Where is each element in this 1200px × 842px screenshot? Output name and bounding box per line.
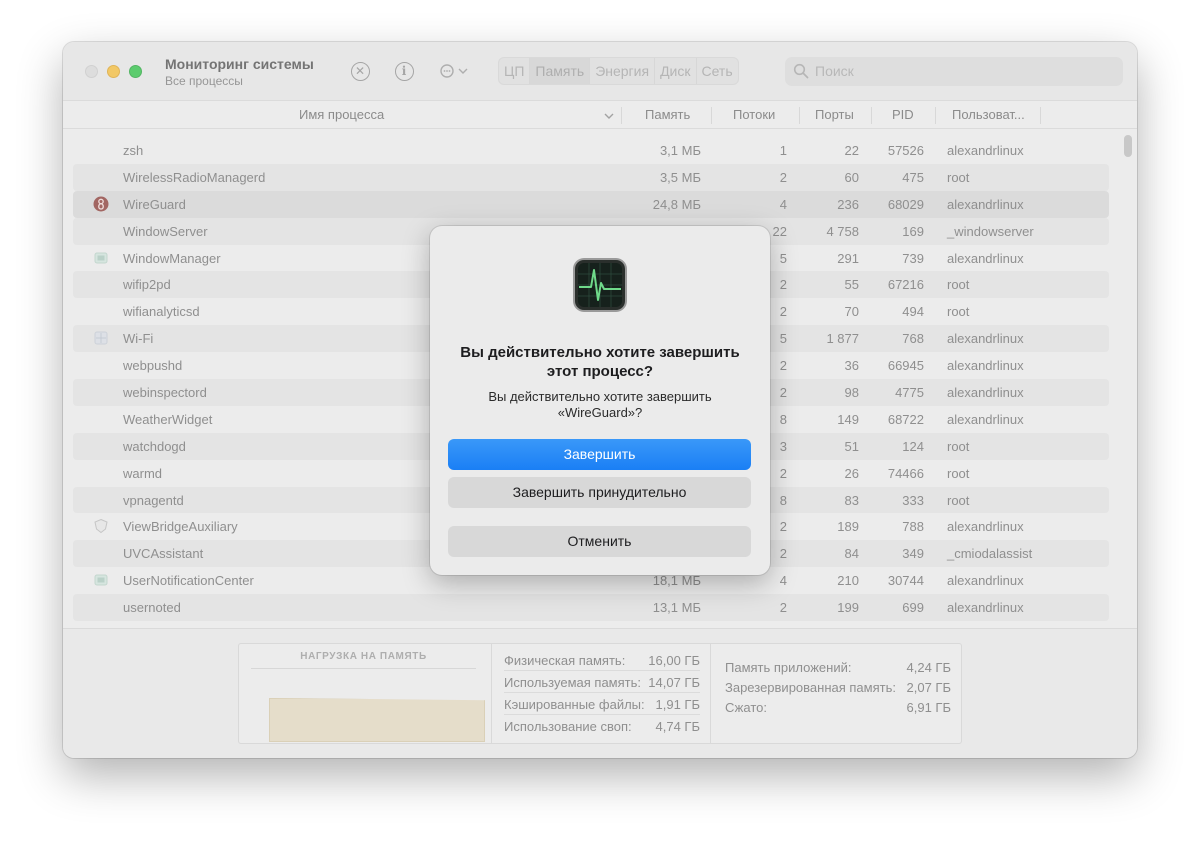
cancel-button[interactable]: Отменить (448, 526, 751, 557)
dialog-title: Вы действительно хотите завершить этот п… (460, 344, 740, 380)
quit-process-dialog: Вы действительно хотите завершить этот п… (430, 226, 770, 575)
dialog-message: Вы действительно хотите завершить «WireG… (488, 389, 712, 420)
force-quit-button[interactable]: Завершить принудительно (448, 477, 751, 508)
quit-button[interactable]: Завершить (448, 439, 751, 470)
activity-monitor-app-icon (573, 258, 627, 312)
